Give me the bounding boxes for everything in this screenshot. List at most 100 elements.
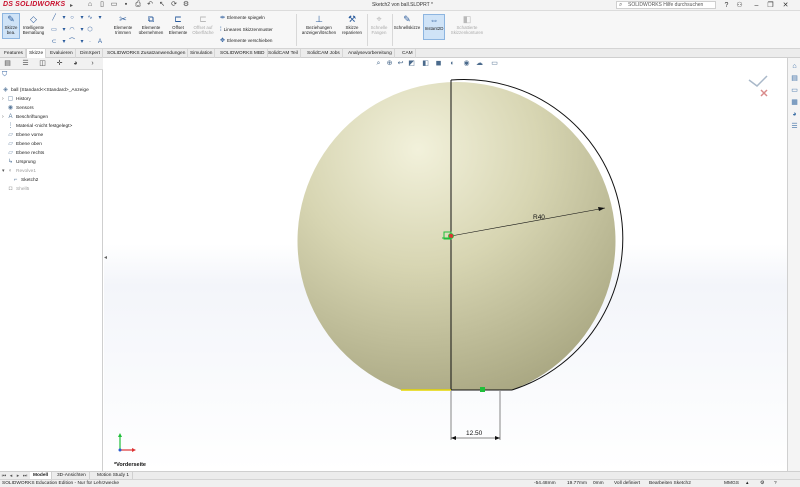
tree-item-right-plane[interactable]: ▱ Ebene rechts	[2, 150, 44, 157]
help-search-input[interactable]: ⌕ SOLIDWORKS Hilfe durchsuchen	[616, 1, 716, 9]
exit-sketch-button[interactable]: ✎ Skizze bea.	[2, 13, 20, 39]
dropdown-arrow-icon[interactable]: ▾	[78, 38, 86, 46]
property-manager-icon[interactable]: ☰	[21, 60, 30, 68]
trim-entities-button[interactable]: ✂ Elemente trimmen	[110, 14, 136, 40]
text-icon[interactable]: A	[96, 38, 104, 46]
tab-mbd[interactable]: SOLIDWORKS MBD	[218, 49, 268, 58]
quick-snaps-button[interactable]: ⌖ Schnelle Fangen	[368, 14, 390, 40]
print-icon[interactable]: ⎙	[134, 1, 142, 9]
help-icon[interactable]: ?	[722, 1, 731, 10]
tree-item-annotations[interactable]: › A Beschriftungen	[2, 114, 48, 121]
tab-analysis-prep[interactable]: Analysevorbereitung	[346, 49, 395, 58]
custom-properties-icon[interactable]: ☰	[790, 122, 799, 131]
convert-entities-button[interactable]: ⧉ Elemente übernehmen	[137, 14, 165, 40]
repair-sketch-button[interactable]: ⚒ Skizze reparieren	[340, 14, 364, 40]
tree-item-front-plane[interactable]: ▱ Ebene vorne	[2, 132, 43, 139]
line-icon[interactable]: ╱	[50, 14, 58, 22]
spline-icon[interactable]: ∿	[86, 14, 94, 22]
tree-item-top-plane[interactable]: ▱ Ebene oben	[2, 141, 42, 148]
dimxpert-manager-icon[interactable]: ✛	[55, 60, 64, 68]
rectangle-icon[interactable]: ▭	[50, 26, 58, 34]
tab-sketch[interactable]: Skizze	[26, 49, 47, 58]
appearances-icon[interactable]: ◕	[790, 110, 799, 119]
dropdown-arrow-icon[interactable]: ▾	[60, 14, 68, 22]
solidworks-resources-icon[interactable]: ⌂	[790, 62, 799, 71]
tab-addins[interactable]: SOLIDWORKS Zusatzanwendungen	[105, 49, 189, 58]
options-icon[interactable]: ⚙	[182, 1, 190, 9]
tree-item-label: Beschriftungen	[16, 115, 48, 120]
menu-arrow-icon[interactable]: ▸	[70, 2, 73, 9]
offset-on-surface-button[interactable]: ⊏ Offset auf Oberfläche	[190, 14, 216, 40]
tab-features[interactable]: Features	[2, 49, 26, 58]
triad-z-axis	[118, 448, 122, 452]
open-icon[interactable]: ▭	[110, 1, 118, 9]
graphics-area[interactable]: ◂ ⌕ ⊕ ↩ ◩ ◧ ◼ ◐ ◉ ☁ ▭ R40 12.50 *Vorders…	[104, 58, 787, 471]
mirror-entities-button[interactable]: ⇹ Elemente spiegeln	[220, 15, 265, 21]
tab-solidcam-part[interactable]: SolidCAM Teil	[266, 49, 301, 58]
new-document-icon[interactable]: ▯	[98, 1, 106, 9]
tree-root[interactable]: ◈ ball (Standard<<Standard>_Anzeige	[2, 87, 89, 94]
dropdown-arrow-icon[interactable]: ▾	[78, 26, 86, 34]
move-entities-button[interactable]: ✥ Elemente verschieben	[220, 38, 272, 44]
tree-item-revolve1[interactable]: ▾ ◐ Revolve1	[2, 168, 36, 175]
view-palette-icon[interactable]: ▦	[790, 98, 799, 107]
radius-dimension[interactable]: R40	[533, 214, 545, 221]
rebuild-icon[interactable]: ⟳	[170, 1, 178, 9]
file-explorer-icon[interactable]: ▭	[790, 86, 799, 95]
rebuild-status-icon[interactable]: ⚙	[760, 480, 764, 487]
filter-icon[interactable]: ⛉	[2, 71, 7, 79]
dropdown-arrow-icon[interactable]: ▾	[60, 38, 68, 46]
cancel-icon[interactable]	[760, 89, 768, 97]
dropdown-arrow-icon[interactable]: ▾	[78, 14, 86, 22]
configuration-manager-icon[interactable]: ◫	[38, 60, 47, 68]
display-relations-button[interactable]: ⊥ Beziehungen anzeigen/löschen	[300, 14, 338, 40]
tree-item-shell5[interactable]: ◘ Shell5	[2, 186, 30, 193]
endpoint-marker[interactable]	[480, 387, 485, 392]
slot-icon[interactable]: ⊂	[50, 38, 58, 46]
close-button[interactable]: ✕	[781, 1, 790, 10]
point-icon[interactable]: ·	[86, 38, 94, 46]
instant2d-button[interactable]: ⇔ Instant2D	[423, 14, 445, 40]
help-status-icon[interactable]: ?	[774, 480, 777, 487]
arc-icon[interactable]: ◠	[68, 26, 76, 34]
save-icon[interactable]: ▪	[122, 1, 130, 9]
material-icon: ⋮	[7, 123, 14, 129]
display-manager-icon[interactable]: ◕	[71, 60, 80, 68]
feature-tree-icon[interactable]: ▤	[3, 60, 12, 68]
user-icon[interactable]: ⚇	[735, 1, 744, 10]
tab-solidcam-jobs[interactable]: SolidCAM Jobs	[305, 49, 343, 58]
smart-dimension-button[interactable]: ◇ Intelligente Bemaßung	[21, 14, 46, 40]
fillet-icon[interactable]: ⌒	[68, 38, 76, 46]
width-dimension[interactable]: 12.50	[466, 430, 482, 437]
tree-item-history[interactable]: › ▢ History	[2, 96, 31, 103]
tab-dimxpert[interactable]: DimXpert	[78, 49, 103, 58]
sphere-body[interactable]	[297, 82, 616, 391]
solidworks-logo[interactable]: DS SOLIDWORKS	[3, 1, 65, 8]
minimize-button[interactable]: –	[752, 1, 761, 10]
offset-entities-button[interactable]: ⊏ Offset Elemente	[167, 14, 189, 40]
panel-more-icon[interactable]: ›	[88, 60, 97, 68]
restore-button[interactable]: ❐	[766, 1, 775, 10]
tab-cam[interactable]: CAM	[400, 49, 416, 58]
select-icon[interactable]: ↖	[158, 1, 166, 9]
tree-item-material[interactable]: ⋮ Material <nicht festgelegt>	[2, 123, 73, 130]
circle-icon[interactable]: ○	[68, 14, 76, 22]
tree-item-sensors[interactable]: ◉ Sensors	[2, 105, 34, 112]
undo-icon[interactable]: ↶	[146, 1, 154, 9]
home-icon[interactable]: ⌂	[86, 1, 94, 9]
exit-sketch-icon[interactable]	[748, 75, 768, 87]
shaded-contours-button[interactable]: ◧ Schattierte Skizzenkonturen	[449, 14, 485, 40]
units-selector[interactable]: MMGS	[724, 480, 739, 487]
tree-item-origin[interactable]: ↳ Ursprung	[2, 159, 36, 166]
polygon-icon[interactable]: ⬡	[86, 26, 94, 34]
dropdown-arrow-icon[interactable]: ▾	[96, 14, 104, 22]
rapid-sketch-button[interactable]: ✎ Schnellskizze	[393, 14, 421, 40]
tree-item-sketch2[interactable]: ⌐ Sketch2	[12, 177, 39, 184]
linear-pattern-button[interactable]: ⁞ Lineares Skizzenmuster	[220, 27, 273, 33]
units-dropdown-icon[interactable]: ▴	[746, 480, 748, 487]
design-library-icon[interactable]: ▤	[790, 74, 799, 83]
tab-evaluate[interactable]: Evaluieren	[48, 49, 76, 58]
dropdown-arrow-icon[interactable]: ▾	[60, 26, 68, 34]
view-name: *Vorderseite	[114, 462, 146, 468]
tab-simulation[interactable]: Simulation	[188, 49, 216, 58]
